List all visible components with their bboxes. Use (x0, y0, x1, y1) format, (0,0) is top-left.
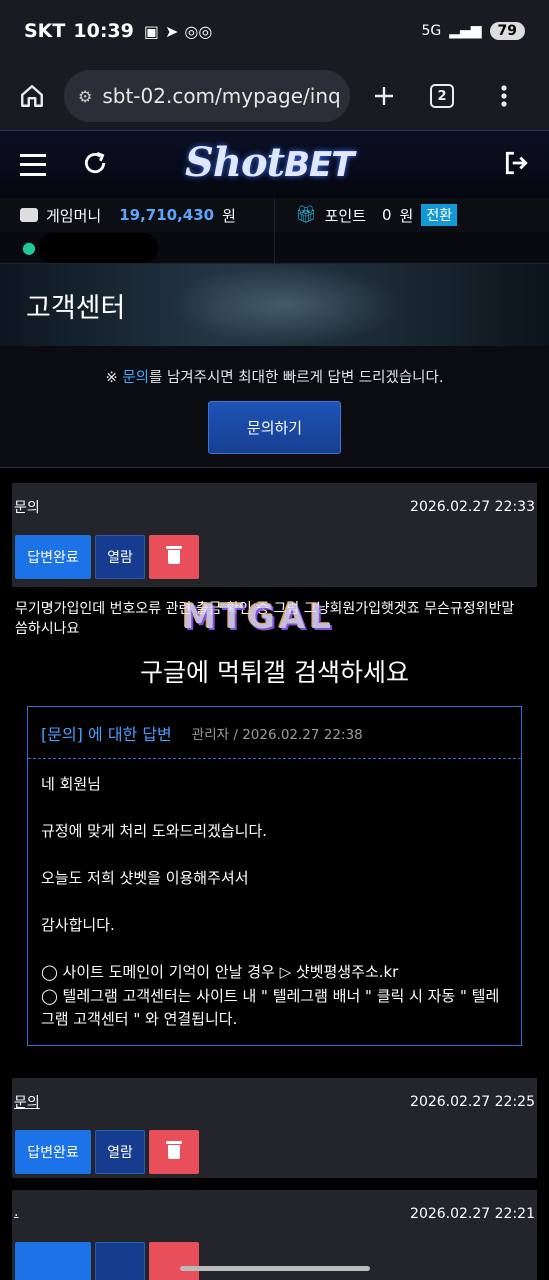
game-money-value: 19,710,430 (119, 206, 215, 224)
inquiry-date: 2026.02.27 22:21 (410, 1206, 535, 1222)
more-menu-icon[interactable] (484, 76, 524, 116)
network-type: 5G (421, 23, 442, 39)
logo-bet: BET (284, 145, 354, 185)
site-logo[interactable]: ShotBET (185, 139, 354, 186)
refresh-icon[interactable] (82, 150, 108, 180)
delete-button[interactable] (149, 1130, 199, 1174)
inquiry-date: 2026.02.27 22:25 (410, 1094, 535, 1110)
answer-line: 오늘도 저희 샷벳을 이용해주셔서 (41, 869, 249, 887)
view-button[interactable]: 열람 (95, 535, 145, 579)
notice-section: ※ 문의를 남겨주시면 최대한 빠르게 답변 드리겠습니다. 문의하기 (0, 346, 549, 468)
answer-title: [문의] 에 대한 답변 (41, 724, 172, 744)
answer-line: ◯ 텔레그램 고객센터는 사이트 내 " 텔레그램 배너 " 클릭 시 자동 "… (41, 986, 500, 1029)
address-bar[interactable]: ⚙ sbt-02.com/mypage/inq (64, 70, 350, 122)
telegram-icon: ➤ (164, 21, 179, 41)
notification-icons: ▣ ➤ ◎◎ (144, 22, 212, 41)
battery-level: 79 (489, 22, 525, 40)
inquiry-type[interactable]: 문의 (14, 497, 40, 517)
carrier: SKT (24, 20, 66, 42)
wallet-icon (20, 208, 38, 222)
page-title: 고객센터 (26, 293, 126, 324)
user-row: ● (0, 232, 549, 264)
answer-meta: 관리자 / 2026.02.27 22:38 (191, 726, 363, 743)
inquiry-type[interactable]: 문의 (14, 1092, 40, 1112)
new-tab-icon[interactable] (364, 76, 404, 116)
answer-header: [문의] 에 대한 답변 관리자 / 2026.02.27 22:38 (28, 707, 521, 759)
site-settings-icon[interactable]: ⚙ (78, 87, 92, 106)
notice-prefix: ※ (105, 370, 123, 386)
inquiry-date: 2026.02.27 22:33 (410, 499, 535, 515)
gesture-nav-handle[interactable] (180, 1266, 370, 1271)
tab-switcher-button[interactable]: 2 (422, 76, 462, 116)
signal-icon: ▂▄▆ (449, 23, 482, 39)
game-money-label: 게임머니 (46, 206, 102, 225)
point-label: 포인트 (324, 206, 366, 225)
status-right: 5G ▂▄▆ 79 (421, 22, 525, 40)
browser-toolbar: ⚙ sbt-02.com/mypage/inq 2 (0, 62, 549, 130)
answer-line: ◯ 사이트 도메인이 기억이 안날 경우 ▷ 샷벳평생주소.kr (41, 963, 399, 981)
delete-button[interactable] (149, 535, 199, 579)
trash-icon (166, 546, 182, 564)
convert-button[interactable]: 전환 (421, 204, 458, 226)
answered-button[interactable] (15, 1242, 91, 1280)
divider (274, 232, 275, 264)
inquiry-item: 문의 2026.02.27 22:33 답변완료 열람 무기명가입인데 번호오류… (12, 483, 537, 1065)
view-button[interactable]: 열람 (95, 1130, 145, 1174)
point-value: 0 (382, 206, 392, 224)
answered-button[interactable]: 답변완료 (15, 535, 91, 579)
answer-line: 네 회원님 (41, 775, 101, 793)
notice-highlight: 문의 (122, 370, 149, 386)
gift-icon: 🎁︎ (295, 205, 317, 225)
view-button[interactable] (95, 1242, 145, 1280)
hamburger-menu-icon[interactable] (20, 153, 46, 176)
notice-suffix: 를 남겨주시면 최대한 빠르게 답변 드리겠습니다. (149, 370, 444, 386)
inquiry-body: 무기명가입인데 번호오류 관련 출금 확인 중 그럼 그냥회원가입햇겟죠 무슨규… (12, 587, 537, 1065)
inquiry-actions (15, 1242, 199, 1280)
status-bar: SKT 10:39 ▣ ➤ ◎◎ 5G ▂▄▆ 79 (0, 0, 549, 62)
delete-button[interactable] (149, 1242, 199, 1280)
screenshot-icon: ▣ (143, 21, 159, 41)
page-banner: 고객센터 (0, 264, 549, 346)
notice-text: ※ 문의를 남겨주시면 최대한 빠르게 답변 드리겠습니다. (0, 366, 549, 387)
watermark-logo: MTGAL (182, 597, 335, 637)
answer-line: 규정에 맞게 처리 도와드리겠습니다. (41, 822, 268, 840)
logout-icon[interactable] (503, 150, 529, 180)
watermark-caption: 구글에 먹튀갤 검색하세요 (140, 658, 409, 687)
new-inquiry-button[interactable]: 문의하기 (208, 401, 341, 454)
inquiry-actions: 답변완료 열람 (15, 535, 199, 579)
answer-line: 감사합니다. (41, 916, 115, 934)
banner-background (170, 264, 400, 346)
clock: 10:39 (73, 20, 134, 42)
inquiry-item: 문의 2026.02.27 22:25 답변완료 열람 (12, 1078, 537, 1178)
voicemail-icon: ◎◎ (184, 21, 213, 41)
balance-bar: 게임머니 19,710,430 원 🎁︎ 포인트 0 원 전환 (0, 198, 549, 232)
game-money: 게임머니 19,710,430 원 (0, 205, 274, 226)
trash-icon (166, 1141, 182, 1159)
inquiry-actions: 답변완료 열람 (15, 1130, 199, 1174)
logo-shot: Shot (185, 139, 285, 186)
game-money-currency: 원 (222, 206, 236, 225)
answered-button[interactable]: 답변완료 (15, 1130, 91, 1174)
answer-box: [문의] 에 대한 답변 관리자 / 2026.02.27 22:38 네 회원… (27, 706, 522, 1046)
answer-content: 네 회원님 규정에 맞게 처리 도와드리겠습니다. 오늘도 저희 샷벳을 이용해… (28, 759, 521, 1046)
site-header: ShotBET (0, 130, 549, 198)
inquiry-type[interactable]: . (14, 1204, 18, 1220)
home-icon[interactable] (12, 76, 52, 116)
tab-count: 2 (430, 84, 454, 108)
point-currency: 원 (399, 206, 414, 225)
user-icon: ● (22, 238, 36, 257)
redacted-username (37, 232, 158, 263)
url-text: sbt-02.com/mypage/inq (102, 84, 341, 108)
points: 🎁︎ 포인트 0 원 전환 (274, 198, 549, 232)
